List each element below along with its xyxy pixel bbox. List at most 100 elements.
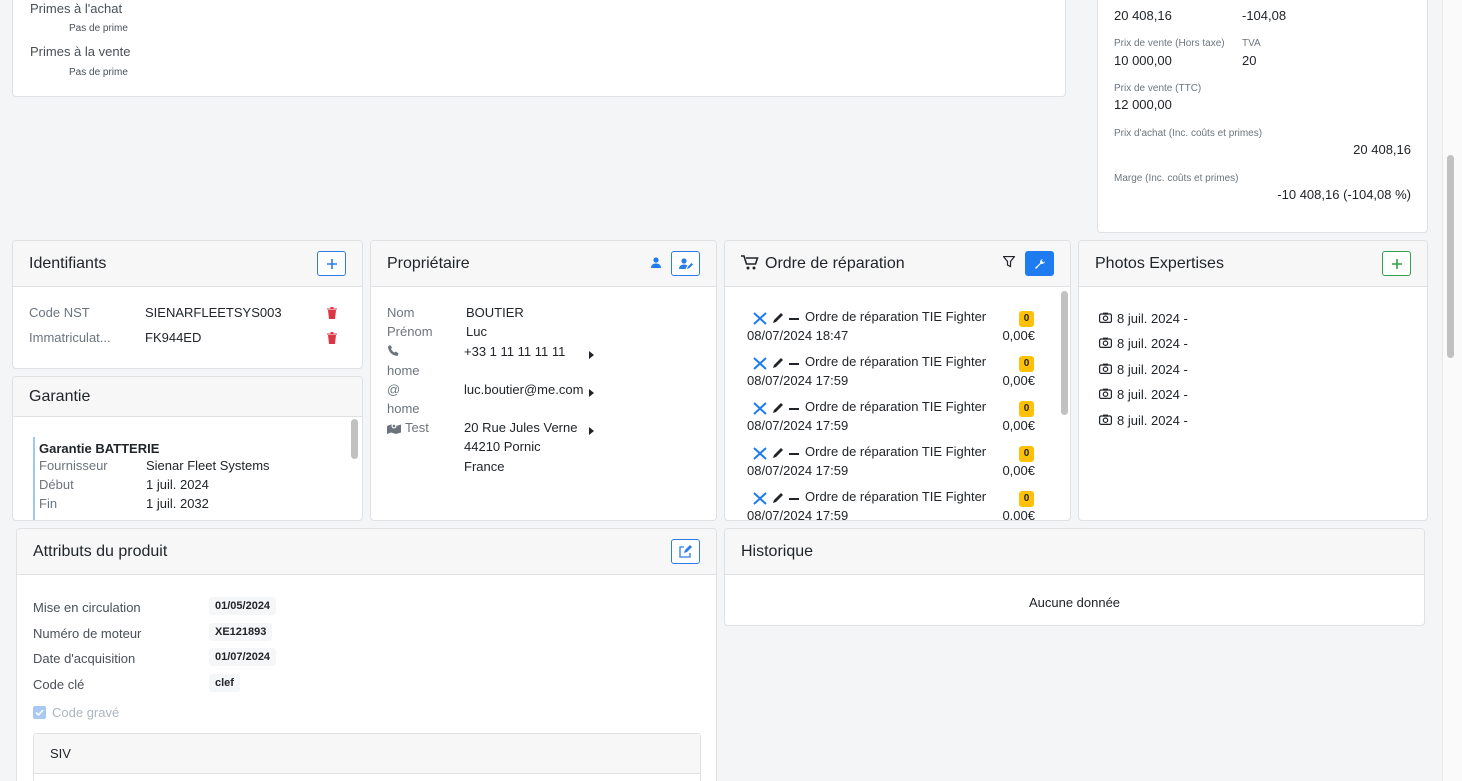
garantie-fin-value: 1 juil. 2032: [146, 496, 209, 511]
attribut-label: Mise en circulation: [33, 600, 141, 615]
identifiant-label: Code NST: [29, 305, 90, 320]
add-photo-button[interactable]: [1382, 251, 1411, 276]
checkbox[interactable]: [33, 706, 46, 719]
ordre-item[interactable]: Ordre de réparation TIE Fighter 0 08/07/20…: [747, 354, 1035, 394]
tva-value: 20: [1242, 53, 1257, 68]
identifiant-row: Code NST SIENARFLEETSYS003: [29, 305, 349, 323]
camera-icon: [1099, 387, 1113, 402]
garantie-debut-label: Début: [39, 477, 74, 492]
phone-value[interactable]: +33 1 11 11 11 11: [464, 344, 565, 359]
proprietaire-header: Propriétaire: [371, 241, 716, 287]
proprietaire-card: Propriétaire Nom BOUTIER Prénom Luc home…: [370, 240, 717, 521]
dash-icon: [789, 318, 799, 320]
photo-date: 8 juil. 2024 -: [1117, 387, 1188, 402]
address-line2: 44210 Pornic: [464, 439, 541, 454]
attributs-header: Attributs du produit: [17, 529, 716, 575]
siv-section[interactable]: SIV: [33, 733, 701, 781]
dash-icon: [789, 453, 799, 455]
ordre-count-badge: 0: [1019, 446, 1034, 462]
prices-card: 20 408,16 -104,08 Prix de vente (Hors ta…: [1097, 0, 1428, 233]
identifiant-value: FK944ED: [145, 330, 202, 345]
ordre-date: 08/07/2024 17:59: [747, 418, 849, 433]
tools-icon: [753, 492, 767, 508]
ordre-date: 08/07/2024 17:59: [747, 373, 849, 388]
photo-item[interactable]: 8 juil. 2024 -: [1099, 308, 1188, 328]
garantie-scrollbar[interactable]: [351, 419, 358, 459]
owner-nom-value: BOUTIER: [466, 305, 524, 320]
photo-item[interactable]: 8 juil. 2024 -: [1099, 385, 1188, 405]
ordre-amount: 0,00€: [1002, 373, 1035, 388]
code-grave-row[interactable]: Code gravé: [33, 705, 119, 720]
ordre-name: Ordre de réparation TIE Fighter: [805, 309, 987, 324]
camera-icon: [1099, 362, 1113, 377]
edit-owner-button[interactable]: [671, 251, 700, 276]
prix-achat-inc-value: 20 408,16: [1353, 142, 1411, 157]
checkbox-label: Code gravé: [52, 705, 120, 720]
filter-icon[interactable]: [1002, 255, 1016, 271]
page-scrollbar-track: [1442, 0, 1462, 781]
attribut-value: clef: [209, 673, 240, 692]
address-type: Test: [405, 420, 429, 435]
tva-label: TVA: [1242, 38, 1261, 49]
prix-vente-ttc-value: 12 000,00: [1114, 97, 1172, 112]
caret-right-icon[interactable]: [589, 385, 594, 400]
garantie-name: Garantie BATTERIE: [39, 441, 160, 456]
identifiant-value: SIENARFLEETSYS003: [145, 305, 282, 320]
ordre-item[interactable]: Ordre de réparation TIE Fighter 0 08/07/20…: [747, 399, 1035, 439]
ordre-count-badge: 0: [1019, 401, 1034, 417]
siv-header[interactable]: SIV: [34, 734, 700, 774]
garantie-item: Garantie BATTERIE Fournisseur Sienar Fle…: [33, 437, 338, 520]
ordres-scrollbar[interactable]: [1061, 291, 1068, 415]
ordre-item[interactable]: Ordre de réparation TIE Fighter 0 08/07/20…: [747, 444, 1035, 484]
ordre-amount: 0,00€: [1002, 508, 1035, 521]
edit-attributs-button[interactable]: [671, 539, 700, 564]
edit-icon: [679, 545, 692, 558]
email-value[interactable]: luc.boutier@me.com: [464, 382, 583, 397]
attributs-title: Attributs du produit: [33, 542, 168, 560]
plus-icon: [326, 258, 337, 269]
tools-icon: [753, 447, 767, 463]
marge-inc-label: Marge (Inc. coûts et primes): [1114, 173, 1239, 184]
ordre-amount: 0,00€: [1002, 463, 1035, 478]
camera-icon: [1099, 311, 1113, 326]
attribut-row: Date d'acquisition 01/07/2024: [33, 648, 433, 670]
garantie-debut-value: 1 juil. 2024: [146, 477, 209, 492]
attribut-label: Code clé: [33, 676, 85, 692]
trash-icon[interactable]: [327, 332, 337, 347]
ordre-item[interactable]: Ordre de réparation TIE Fighter 0 08/07/20…: [747, 309, 1035, 349]
tools-icon: [753, 357, 767, 373]
proprietaire-title: Propriétaire: [387, 254, 470, 272]
wrench-button[interactable]: [1025, 251, 1054, 276]
photo-item[interactable]: 8 juil. 2024 -: [1099, 410, 1188, 430]
caret-right-icon[interactable]: [589, 347, 594, 362]
trash-icon[interactable]: [327, 307, 337, 322]
attribut-row: Numéro de moteur XE121893: [33, 622, 433, 645]
add-identifiant-button[interactable]: [317, 251, 346, 276]
attribut-label: Numéro de moteur: [33, 625, 142, 641]
prix-achat-ttc-value: 20 408,16: [1114, 8, 1172, 23]
photo-item[interactable]: 8 juil. 2024 -: [1099, 359, 1188, 379]
primes-achat-label: Primes à l'achat: [30, 1, 123, 16]
garantie-fin-label: Fin: [39, 496, 58, 511]
ordre-item[interactable]: Ordre de réparation TIE Fighter 0 08/07/20…: [747, 489, 1035, 521]
photo-item[interactable]: 8 juil. 2024 -: [1099, 334, 1188, 354]
garantie-fournisseur-value: Sienar Fleet Systems: [146, 458, 270, 473]
photo-date: 8 juil. 2024 -: [1117, 310, 1188, 326]
attribut-value: 01/05/2024: [209, 597, 277, 615]
attribut-label: Date d'acquisition: [33, 651, 136, 666]
garantie-header: Garantie: [13, 377, 362, 417]
primes-card: Primes à l'achat Pas de prime Primes à l…: [12, 0, 1066, 97]
person-icon[interactable]: [651, 256, 661, 271]
address-line1[interactable]: 20 Rue Jules Verne: [464, 420, 577, 435]
photos-card: Photos Expertises 8 juil. 2024 - 8 juil. …: [1078, 240, 1428, 521]
dash-icon: [789, 408, 799, 410]
ordre-date: 08/07/2024 17:59: [747, 508, 849, 521]
marge-value: -104,08: [1242, 8, 1287, 23]
photo-date: 8 juil. 2024 -: [1117, 361, 1188, 377]
attribut-value: 01/07/2024: [209, 648, 277, 666]
caret-right-icon[interactable]: [589, 423, 594, 438]
page-scrollbar[interactable]: [1447, 155, 1454, 358]
ordre-amount: 0,00€: [1002, 418, 1035, 433]
historique-card: Historique Aucune donnée: [724, 528, 1425, 626]
garantie-card: Garantie Garantie BATTERIE Fournisseur S…: [12, 376, 363, 521]
